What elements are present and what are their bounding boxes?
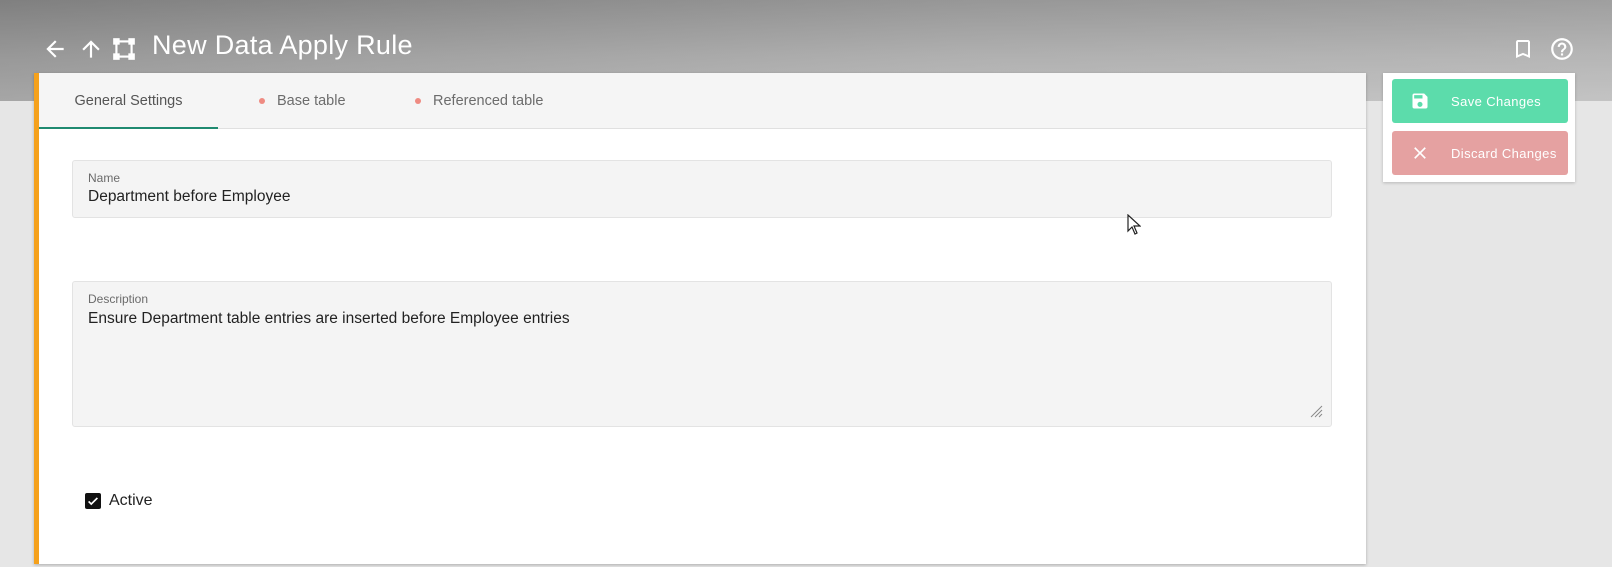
name-field[interactable]: Name Department before Employee (72, 160, 1332, 218)
page-title: New Data Apply Rule (152, 30, 413, 60)
help-circle-icon[interactable] (1548, 35, 1576, 63)
name-field-label: Name (88, 171, 121, 185)
tab-base-table[interactable]: Base table (259, 73, 346, 128)
description-field[interactable]: Description Ensure Department table entr… (72, 281, 1332, 427)
active-checkbox-label: Active (109, 492, 153, 509)
tab-label: Base table (277, 92, 346, 109)
floppy-disk-icon (1409, 90, 1431, 112)
tab-label: General Settings (74, 92, 183, 109)
tab-referenced-table[interactable]: Referenced table (415, 73, 543, 128)
arrow-up-icon[interactable] (76, 34, 106, 64)
active-checkbox-row[interactable]: Active (85, 492, 153, 510)
rule-shape-icon (109, 34, 139, 64)
card-accent-bar (34, 73, 39, 564)
tab-active-indicator (39, 127, 218, 129)
discard-changes-label: Discard Changes (1451, 145, 1557, 161)
active-checkbox[interactable] (85, 493, 101, 509)
arrow-left-icon[interactable] (40, 34, 70, 64)
bookmark-icon[interactable] (1509, 35, 1537, 63)
close-icon (1409, 142, 1431, 164)
resize-handle-icon[interactable] (1309, 404, 1323, 418)
save-changes-label: Save Changes (1451, 93, 1542, 109)
tab-status-dot (415, 97, 421, 104)
form-card: General Settings Base table Referenced t… (34, 73, 1366, 564)
tab-general-settings[interactable]: General Settings (39, 73, 218, 129)
tab-status-dot (259, 97, 265, 104)
mouse-cursor-icon (1127, 214, 1141, 235)
action-panel: Save Changes Discard Changes (1383, 73, 1575, 182)
tab-bar: General Settings Base table Referenced t… (39, 73, 1366, 129)
description-field-label: Description (88, 292, 149, 306)
name-field-value[interactable]: Department before Employee (88, 188, 290, 206)
save-changes-button[interactable]: Save Changes (1392, 79, 1568, 123)
checkmark-icon (88, 497, 98, 506)
description-field-value[interactable]: Ensure Department table entries are inse… (88, 310, 570, 328)
discard-changes-button[interactable]: Discard Changes (1392, 131, 1568, 175)
tab-label: Referenced table (433, 92, 544, 109)
